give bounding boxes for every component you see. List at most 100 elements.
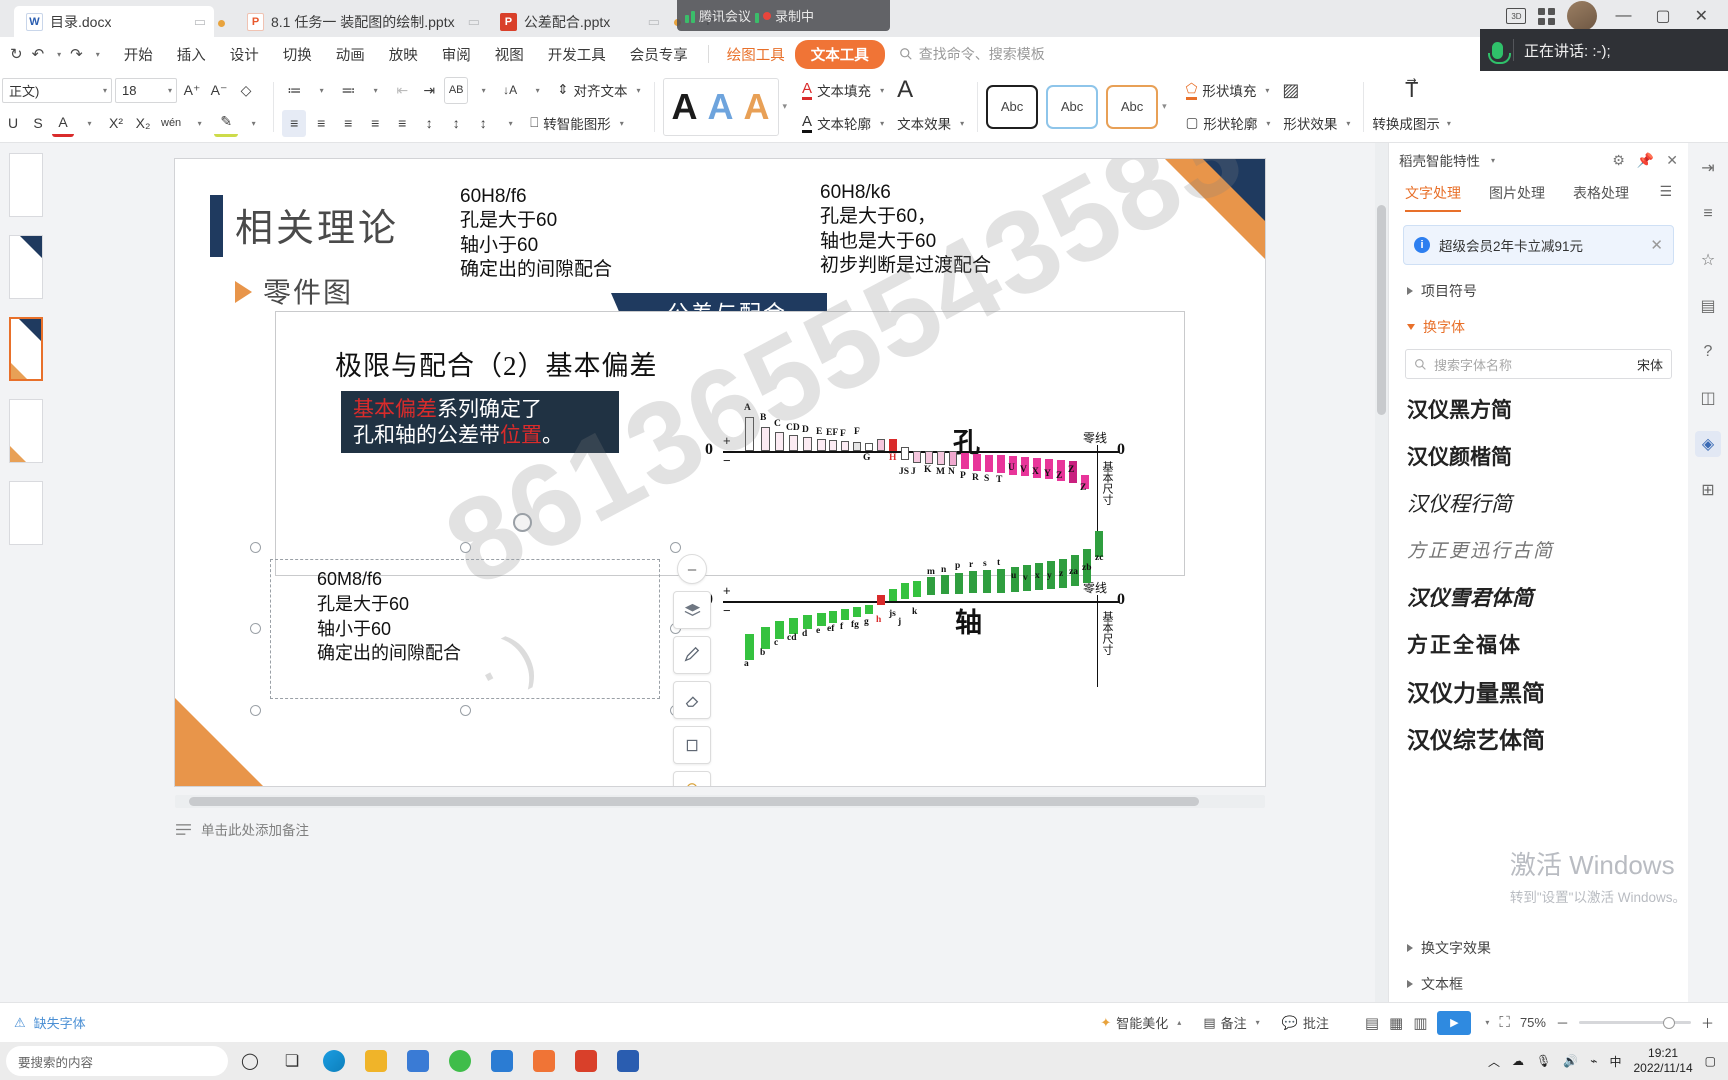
font-color-button[interactable]: A bbox=[52, 110, 74, 137]
convert-smartart-button[interactable]: ⎕ 转智能图形 ▾ bbox=[525, 110, 629, 137]
document-tab-1[interactable]: P 8.1 任务一 装配图的绘制.pptx ▭ bbox=[235, 6, 488, 37]
section-fonts[interactable]: 换字体 bbox=[1389, 301, 1688, 337]
slide-thumbnail-2[interactable] bbox=[9, 235, 43, 299]
menu-item-animation[interactable]: 动画 bbox=[324, 40, 377, 69]
align-center-button[interactable]: ≡ bbox=[309, 110, 333, 137]
font-item-2[interactable]: 汉仪程行简 bbox=[1407, 479, 1672, 526]
rail-image-icon[interactable]: ◫ bbox=[1695, 385, 1721, 411]
spacing-dropdown-icon[interactable]: ▾ bbox=[498, 110, 522, 137]
section-text-box[interactable]: 文本框 bbox=[1405, 958, 1672, 994]
document-tab-0-close-icon[interactable]: ▭ bbox=[188, 14, 206, 30]
promo-banner[interactable]: i 超级会员2年卡立减91元 ✕ bbox=[1403, 225, 1674, 265]
menu-item-design[interactable]: 设计 bbox=[218, 40, 271, 69]
handle-bottom-left[interactable] bbox=[250, 705, 261, 716]
comments-button[interactable]: 💬 批注 bbox=[1282, 1013, 1329, 1032]
font-item-0[interactable]: 汉仪黑方简 bbox=[1407, 385, 1672, 432]
wps-doc-icon[interactable] bbox=[608, 1044, 648, 1078]
font-item-6[interactable]: 汉仪力量黑简 bbox=[1407, 667, 1672, 714]
beautify-button[interactable]: ✦ 智能美化 ▴ bbox=[1100, 1013, 1181, 1032]
vertical-scroll-thumb[interactable] bbox=[1377, 205, 1386, 415]
menu-item-text-tools[interactable]: 文本工具 bbox=[794, 39, 885, 69]
wechat-icon[interactable] bbox=[440, 1044, 480, 1078]
distribute-button[interactable]: ≡ bbox=[390, 110, 414, 137]
sort-dropdown-icon[interactable]: ▾ bbox=[525, 77, 549, 104]
tray-mic-icon[interactable]: 🎙 bbox=[1536, 1054, 1551, 1068]
font-color-dropdown-icon[interactable]: ▾ bbox=[77, 110, 101, 137]
maximize-button[interactable]: ▢ bbox=[1649, 6, 1676, 26]
strikethrough-button[interactable]: S bbox=[27, 110, 49, 137]
menu-item-slideshow[interactable]: 放映 bbox=[377, 40, 430, 69]
screen-split-icon[interactable]: 3D bbox=[1506, 8, 1527, 24]
text-fill-button[interactable]: A 文本填充 ▾ bbox=[797, 77, 889, 104]
handle-top-left[interactable] bbox=[250, 542, 261, 553]
menu-item-member[interactable]: 会员专享 bbox=[618, 40, 700, 69]
canvas-vertical-scrollbar[interactable] bbox=[1375, 143, 1388, 1002]
floating-tool-strip[interactable]: – ••• bbox=[673, 554, 711, 786]
font-size-combo[interactable]: 18 ▾ bbox=[115, 77, 177, 103]
task-view-icon[interactable]: ❏ bbox=[272, 1044, 312, 1078]
close-button[interactable]: ✕ bbox=[1689, 6, 1714, 26]
tray-network-icon[interactable]: ⌁ bbox=[1590, 1054, 1597, 1068]
wordart-style-1[interactable]: A bbox=[672, 88, 698, 125]
rail-gallery-icon[interactable]: ⊞ bbox=[1695, 477, 1721, 503]
slide-surface[interactable]: 相关理论 零件图 60H8/f6 孔是大于60 轴小于60 确定出的间隙配合 6… bbox=[175, 159, 1265, 786]
document-tab-0[interactable]: W 目录.docx ▭ bbox=[14, 6, 214, 37]
zoom-slider-knob[interactable] bbox=[1662, 1016, 1675, 1029]
font-item-5[interactable]: 方正全福体 bbox=[1407, 620, 1672, 667]
convert-to-diagram-label[interactable]: 转换成图示 bbox=[1372, 113, 1440, 133]
panel-tab-text[interactable]: 文字处理 bbox=[1405, 183, 1461, 212]
font-item-7[interactable]: 汉仪综艺体简 bbox=[1407, 714, 1672, 761]
panel-tab-image[interactable]: 图片处理 bbox=[1489, 183, 1545, 212]
duplicate-button[interactable] bbox=[673, 726, 711, 764]
font-item-1[interactable]: 汉仪颜楷简 bbox=[1407, 432, 1672, 479]
tray-ime-icon[interactable]: 中 bbox=[1609, 1053, 1621, 1070]
numbering-button[interactable]: ≕ bbox=[336, 77, 360, 104]
undo-dropdown-icon[interactable]: ▾ bbox=[53, 50, 61, 59]
font-search-input[interactable]: 搜索字体名称 宋体 bbox=[1405, 349, 1672, 379]
wps-icon[interactable] bbox=[566, 1044, 606, 1078]
text-direction-dropdown-icon[interactable]: ▾ bbox=[471, 77, 495, 104]
eraser-button[interactable] bbox=[673, 681, 711, 719]
collapse-tools-button[interactable]: – bbox=[677, 554, 707, 584]
app-grid-icon[interactable] bbox=[1538, 7, 1556, 25]
text-outline-button[interactable]: A 文本轮廓 ▾ bbox=[797, 110, 889, 137]
zoom-in-button[interactable]: ＋ bbox=[1701, 1013, 1714, 1032]
wordart-style-2[interactable]: A bbox=[708, 88, 734, 125]
menu-item-transition[interactable]: 切换 bbox=[271, 40, 324, 69]
decrease-indent-button[interactable]: ⇤ bbox=[390, 77, 414, 104]
shrink-font-button[interactable]: A⁻ bbox=[207, 77, 231, 104]
save-icon[interactable]: ↻ bbox=[10, 45, 23, 63]
pen-button[interactable] bbox=[673, 636, 711, 674]
shape-style-gallery[interactable]: Abc Abc Abc bbox=[986, 84, 1159, 129]
handle-bottom-center[interactable] bbox=[460, 705, 471, 716]
align-left-button[interactable]: ≡ bbox=[282, 109, 307, 137]
slide-thumbnail-3[interactable] bbox=[9, 317, 43, 381]
taskbar-clock[interactable]: 19:21 2022/11/14 bbox=[1633, 1046, 1692, 1076]
edge-icon[interactable] bbox=[314, 1044, 354, 1078]
bullets-button[interactable]: ≔ bbox=[282, 77, 306, 104]
zoom-out-button[interactable]: － bbox=[1556, 1013, 1569, 1032]
rail-layout-icon[interactable]: ▤ bbox=[1695, 293, 1721, 319]
shape-gallery-expand-icon[interactable]: ▾ bbox=[1162, 101, 1167, 112]
sort-button[interactable]: ↓A bbox=[498, 77, 522, 104]
slide-thumbnail-4[interactable] bbox=[9, 399, 43, 463]
notification-center-icon[interactable]: ▢ bbox=[1705, 1054, 1716, 1068]
rail-star-icon[interactable]: ☆ bbox=[1695, 247, 1721, 273]
zoom-level-label[interactable]: 75% bbox=[1520, 1015, 1546, 1030]
highlight-dropdown-icon[interactable]: ▾ bbox=[241, 110, 265, 137]
handle-mid-left[interactable] bbox=[250, 623, 261, 634]
layers-button[interactable] bbox=[673, 591, 711, 629]
panel-tab-table[interactable]: 表格处理 bbox=[1573, 183, 1629, 212]
menu-item-developer[interactable]: 开发工具 bbox=[536, 40, 618, 69]
rail-help-icon[interactable]: ? bbox=[1695, 339, 1721, 365]
shape-style-1[interactable]: Abc bbox=[986, 84, 1039, 129]
reading-view-button[interactable]: ▥ bbox=[1413, 1014, 1427, 1032]
numbering-dropdown-icon[interactable]: ▾ bbox=[363, 77, 387, 104]
slide-sorter-button[interactable]: ▦ bbox=[1389, 1014, 1403, 1032]
increase-indent-button[interactable]: ⇥ bbox=[417, 77, 441, 104]
slide-thumbnail-5[interactable] bbox=[9, 481, 43, 545]
browser-icon[interactable] bbox=[482, 1044, 522, 1078]
font-list[interactable]: 汉仪黑方简 汉仪颜楷简 汉仪程行简 方正更迅行古简 汉仪雪君体简 方正全福体 汉… bbox=[1389, 379, 1688, 761]
text-highlight-button[interactable]: ✎ bbox=[214, 110, 239, 137]
missing-font-status[interactable]: ⚠ 缺失字体 bbox=[14, 1013, 86, 1032]
